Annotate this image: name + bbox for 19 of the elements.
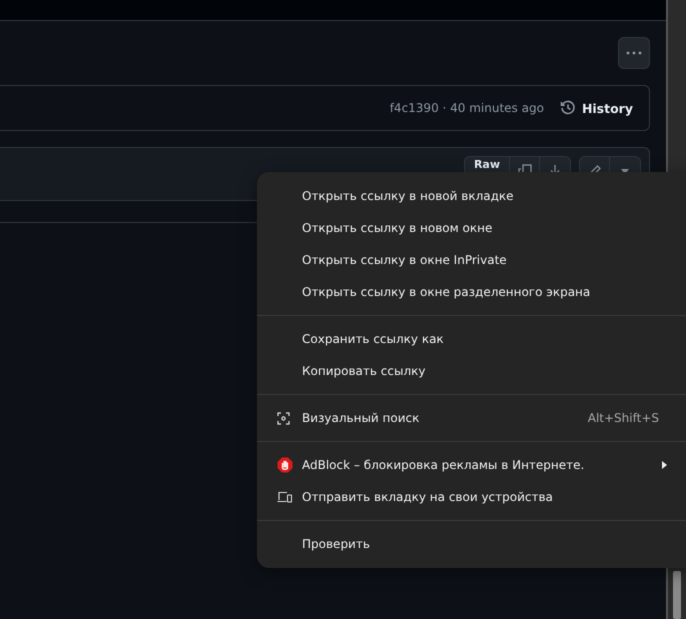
menu-item[interactable]: Открыть ссылку в окне InPrivate [257,244,686,276]
more-options-button[interactable] [618,37,650,69]
history-button[interactable]: History [560,100,633,116]
commit-info: f4c1390 · 40 minutes ago [390,101,544,115]
menu-item[interactable]: Сохранить ссылку как [257,323,686,355]
menu-item[interactable]: Открыть ссылку в окне разделенного экрана [257,276,686,308]
visual-search-icon [277,412,290,424]
menu-item[interactable]: Отправить вкладку на свои устройства [257,481,686,513]
more-icon [626,51,642,55]
menu-item[interactable]: Визуальный поиск Alt+Shift+S [257,402,686,434]
menu-item[interactable]: Проверить [257,528,686,560]
history-icon [560,100,576,116]
menu-item[interactable]: Копировать ссылку [257,355,686,387]
shortcut-text: Alt+Shift+S [588,411,659,425]
devices-icon [277,491,292,503]
menu-item[interactable]: Открыть ссылку в новом окне [257,212,686,244]
scrollbar-thumb[interactable] [673,571,681,619]
stop-hand-icon [277,457,293,473]
menu-item[interactable]: AdBlock – блокировка рекламы в Интернете. [257,449,686,481]
